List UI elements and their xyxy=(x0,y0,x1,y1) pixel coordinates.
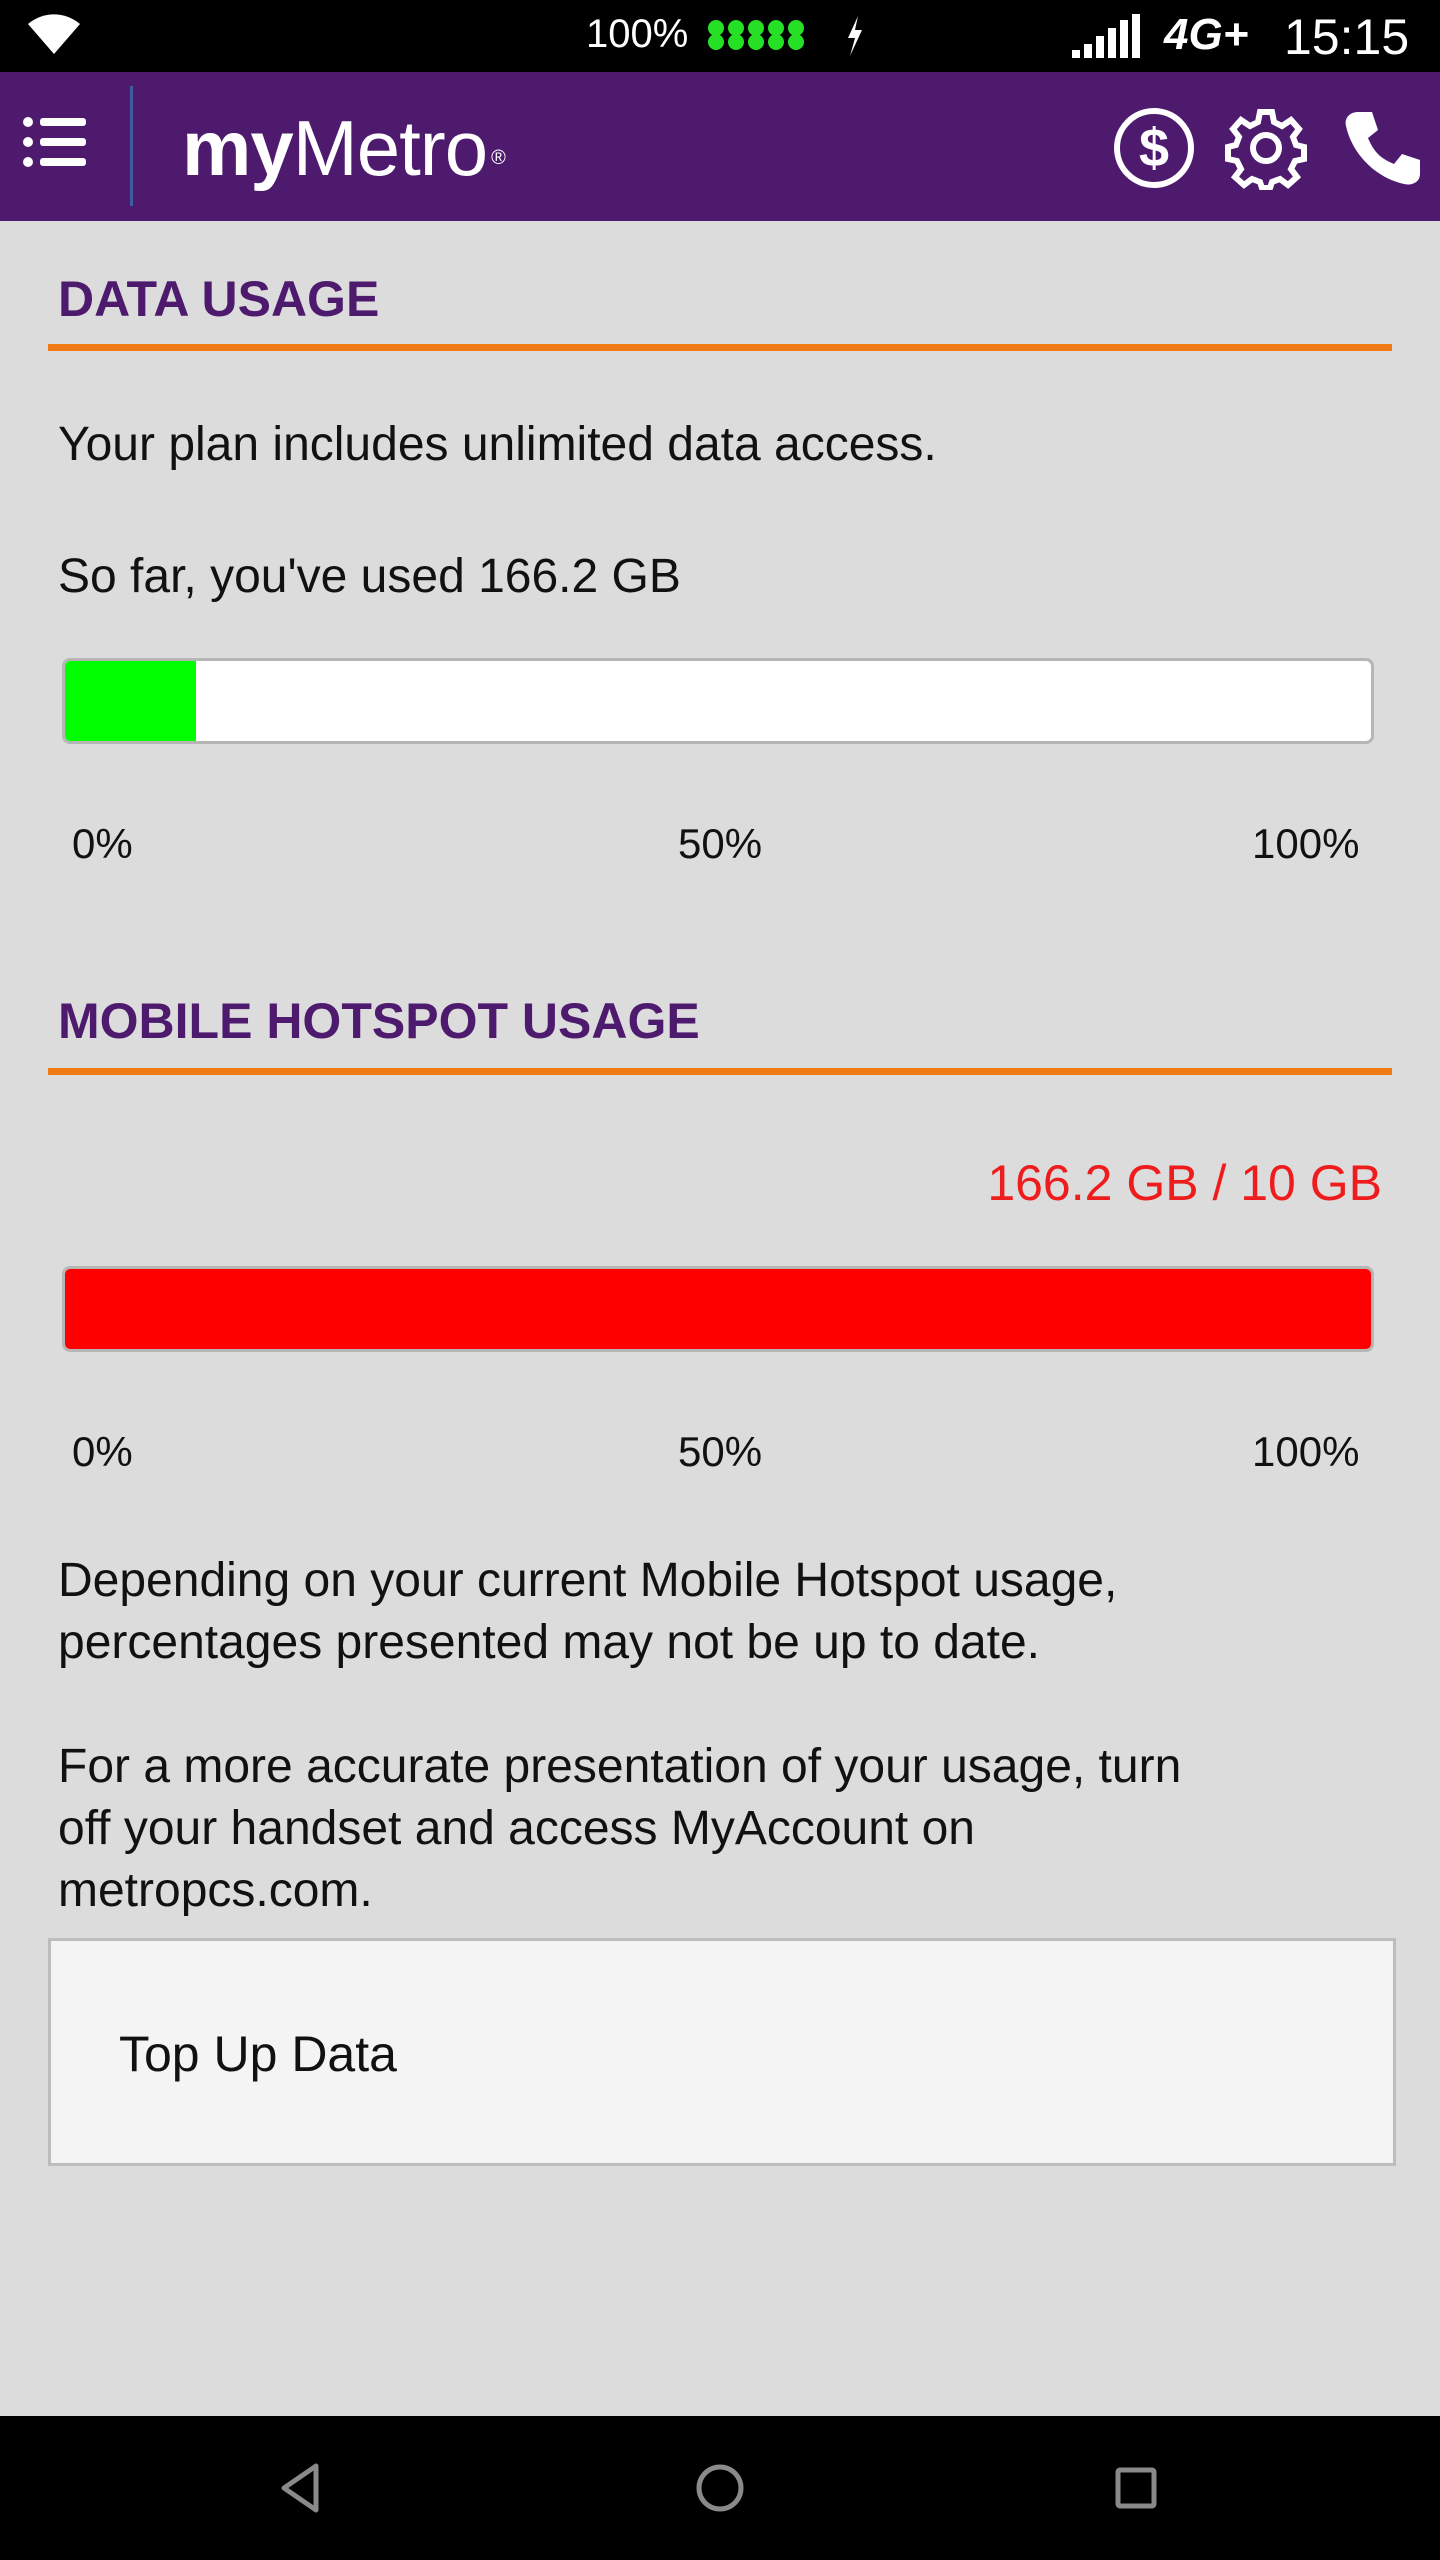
tick-0: 0% xyxy=(72,820,133,867)
top-up-data-label: Top Up Data xyxy=(119,2026,397,2082)
registered-mark: ® xyxy=(491,147,506,169)
signal-icon xyxy=(1072,14,1140,58)
accuracy-note: For a more accurate presentation of your… xyxy=(58,1736,1181,1922)
battery-icon xyxy=(708,20,804,36)
hotspot-usage-title: MOBILE HOTSPOT USAGE xyxy=(58,993,700,1049)
tick-50: 50% xyxy=(678,1428,763,1475)
hotspot-note-line: Depending on your current Mobile Hotspot… xyxy=(58,1554,1118,1607)
hotspot-note: Depending on your current Mobile Hotspot… xyxy=(58,1550,1117,1674)
menu-icon[interactable] xyxy=(22,112,88,178)
tick-100: 100% xyxy=(1252,820,1360,867)
tick-100: 100% xyxy=(1252,1428,1360,1475)
section-divider xyxy=(48,1068,1392,1075)
accuracy-note-line: For a more accurate presentation of your… xyxy=(58,1740,1182,1793)
plan-description: Your plan includes unlimited data access… xyxy=(58,418,937,471)
clock: 15:15 xyxy=(1284,9,1410,65)
battery-percent: 100% xyxy=(586,12,689,56)
logo-metro: Metro xyxy=(292,104,488,192)
status-bar: 100% 4G+ 15:15 xyxy=(0,0,1440,72)
data-used-text: So far, you've used 166.2 GB xyxy=(58,550,681,603)
svg-text:$: $ xyxy=(1139,118,1169,178)
accuracy-note-line: off your handset and access MyAccount on xyxy=(58,1802,975,1855)
system-nav-bar xyxy=(0,2416,1440,2560)
accuracy-note-line: metropcs.com. xyxy=(58,1864,373,1917)
hotspot-amount: 166.2 GB / 10 GB xyxy=(987,1155,1382,1211)
data-usage-progress-fill xyxy=(65,661,196,741)
hotspot-usage-progress-bar xyxy=(62,1266,1374,1352)
data-usage-progress-bar xyxy=(62,658,1374,744)
hotspot-note-line: percentages presented may not be up to d… xyxy=(58,1616,1041,1669)
gear-icon[interactable] xyxy=(1224,106,1308,190)
top-up-data-button[interactable]: Top Up Data xyxy=(48,1938,1396,2166)
charging-icon xyxy=(848,16,862,56)
dollar-icon[interactable]: $ xyxy=(1112,106,1196,190)
appbar-divider xyxy=(130,86,133,206)
tick-50: 50% xyxy=(678,820,763,867)
phone-icon[interactable] xyxy=(1340,106,1424,190)
recent-apps-icon[interactable] xyxy=(1104,2456,1168,2520)
section-divider xyxy=(48,344,1392,351)
data-usage-title: DATA USAGE xyxy=(58,271,380,327)
tick-0: 0% xyxy=(72,1428,133,1475)
logo-my: my xyxy=(182,104,294,192)
network-type: 4G+ xyxy=(1164,10,1249,59)
back-icon[interactable] xyxy=(270,2456,334,2520)
home-icon[interactable] xyxy=(688,2456,752,2520)
app-bar: myMetro ® $ xyxy=(0,72,1440,221)
hotspot-usage-progress-fill xyxy=(65,1269,1371,1349)
wifi-icon xyxy=(28,14,80,54)
mymetro-logo: myMetro ® xyxy=(182,108,506,188)
